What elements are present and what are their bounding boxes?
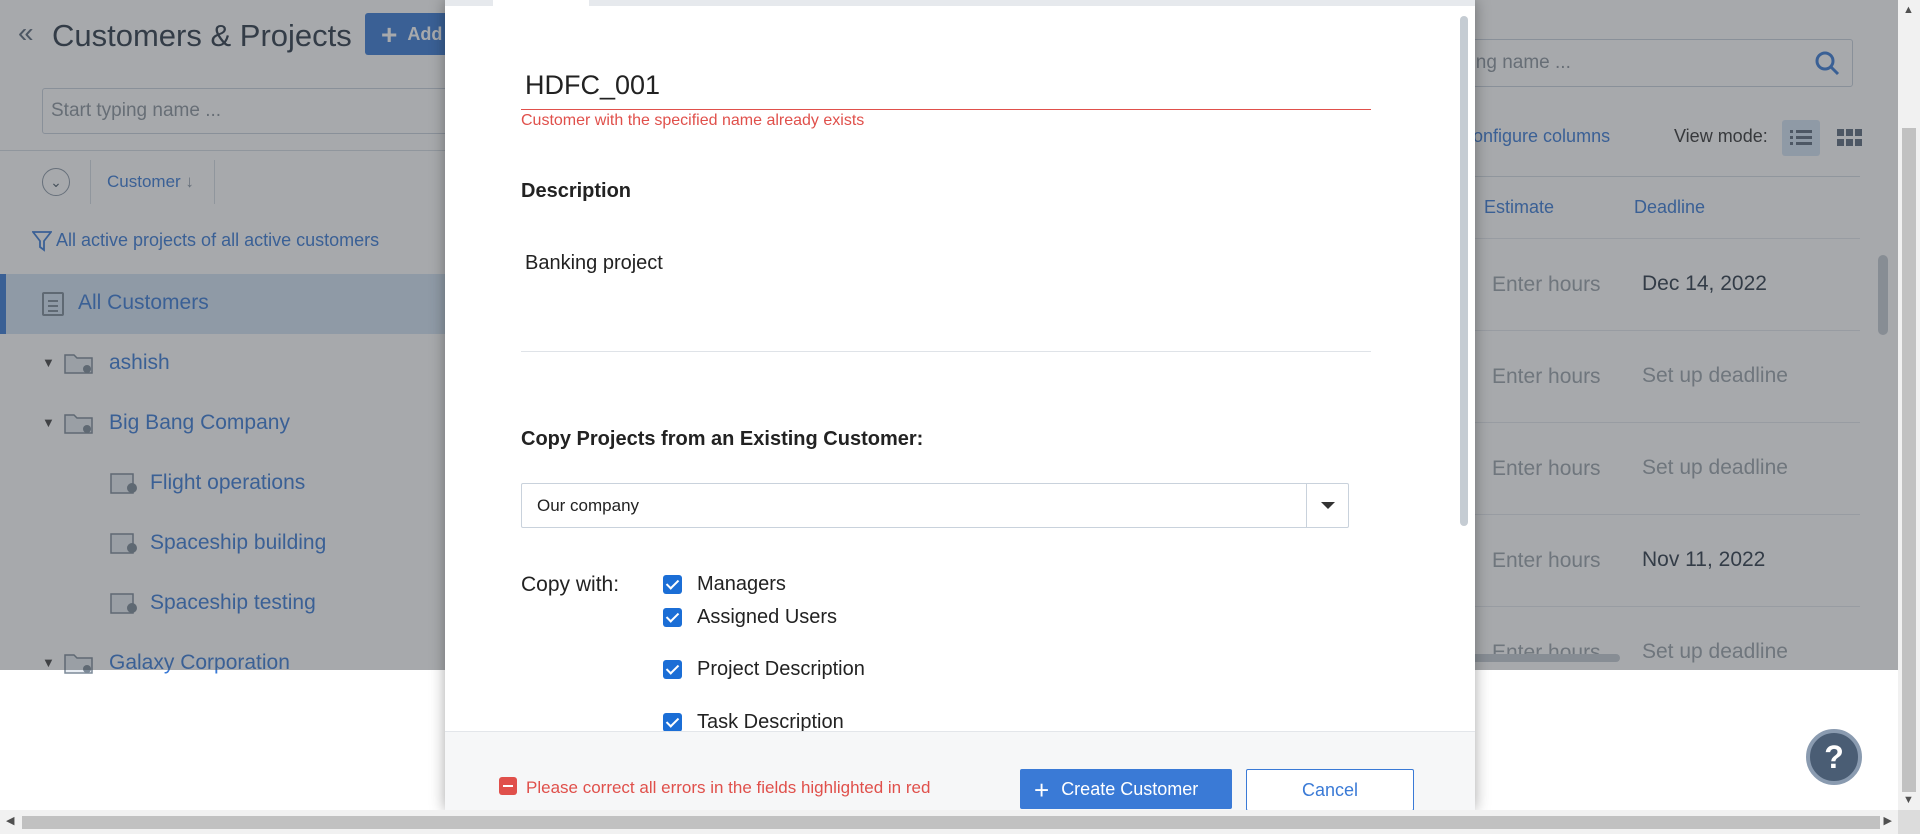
scroll-right-arrow-icon[interactable]: ▶ [1884, 814, 1892, 827]
copy-with-label: Copy with: [521, 573, 620, 596]
create-customer-label: Create Customer [1061, 779, 1199, 799]
copy-source-select[interactable]: Our company [521, 483, 1349, 528]
project-description-checkbox[interactable] [663, 660, 682, 679]
managers-checkbox[interactable] [663, 575, 682, 594]
scrollbar-corner [1898, 810, 1920, 834]
plus-icon: + [1034, 775, 1050, 806]
cancel-button[interactable]: Cancel [1246, 769, 1414, 810]
task-description-checkbox[interactable] [663, 713, 682, 732]
copy-projects-label: Copy Projects from an Existing Customer: [521, 428, 924, 450]
page-horizontal-scrollbar[interactable]: ◀ ▶ [0, 810, 1898, 834]
description-label: Description [521, 180, 632, 202]
checkbox-label: Managers [697, 573, 786, 595]
description-textarea[interactable]: Banking project [521, 240, 1371, 352]
dialog-footer: Please correct all errors in the fields … [445, 731, 1475, 810]
caret-down-icon[interactable] [1306, 484, 1348, 527]
checkbox-label: Assigned Users [697, 606, 838, 628]
scrollbar-thumb[interactable] [22, 816, 1880, 829]
create-customer-button[interactable]: + Create Customer [1020, 769, 1232, 809]
scroll-down-arrow-icon[interactable]: ▼ [1903, 794, 1914, 806]
scroll-up-arrow-icon[interactable]: ▲ [1903, 4, 1914, 16]
dialog-scrollbar[interactable] [1460, 16, 1468, 526]
copy-source-value: Our company [537, 496, 640, 515]
checkbox-label: Project Description [697, 658, 865, 680]
help-button[interactable]: ? [1806, 729, 1862, 785]
customer-name-input[interactable] [521, 62, 1371, 110]
assigned-users-checkbox[interactable] [663, 608, 682, 627]
page-vertical-scrollbar[interactable]: ▲ ▼ [1898, 0, 1920, 810]
dialog-tab-strip [445, 0, 1475, 6]
customer-name-error: Customer with the specified name already… [521, 112, 865, 129]
error-icon [499, 777, 517, 795]
scrollbar-thumb[interactable] [1902, 128, 1916, 792]
form-error-message: Please correct all errors in the fields … [526, 778, 931, 797]
create-customer-dialog: Customer with the specified name already… [445, 0, 1475, 810]
scroll-left-arrow-icon[interactable]: ◀ [6, 814, 14, 827]
dialog-active-tab[interactable] [493, 0, 589, 6]
